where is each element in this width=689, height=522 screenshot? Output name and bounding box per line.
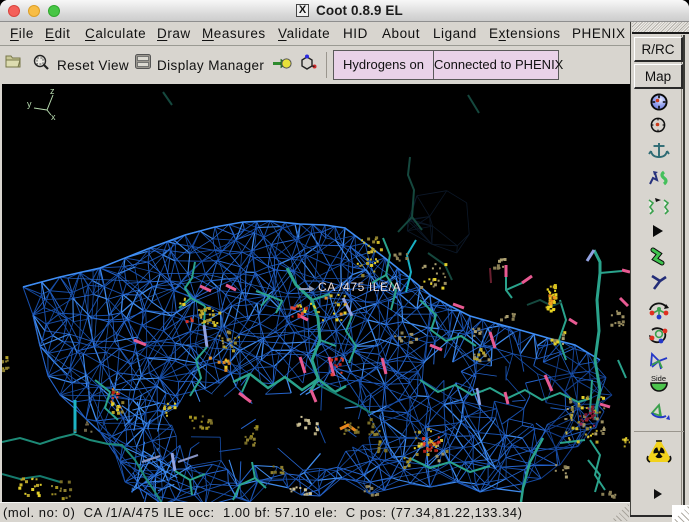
svg-text:z: z	[50, 86, 55, 96]
svg-text:x: x	[51, 112, 56, 122]
svg-text:y: y	[27, 99, 32, 109]
svg-text:Side: Side	[651, 374, 666, 383]
svg-text:CA /475 ILE/A: CA /475 ILE/A	[318, 280, 401, 294]
